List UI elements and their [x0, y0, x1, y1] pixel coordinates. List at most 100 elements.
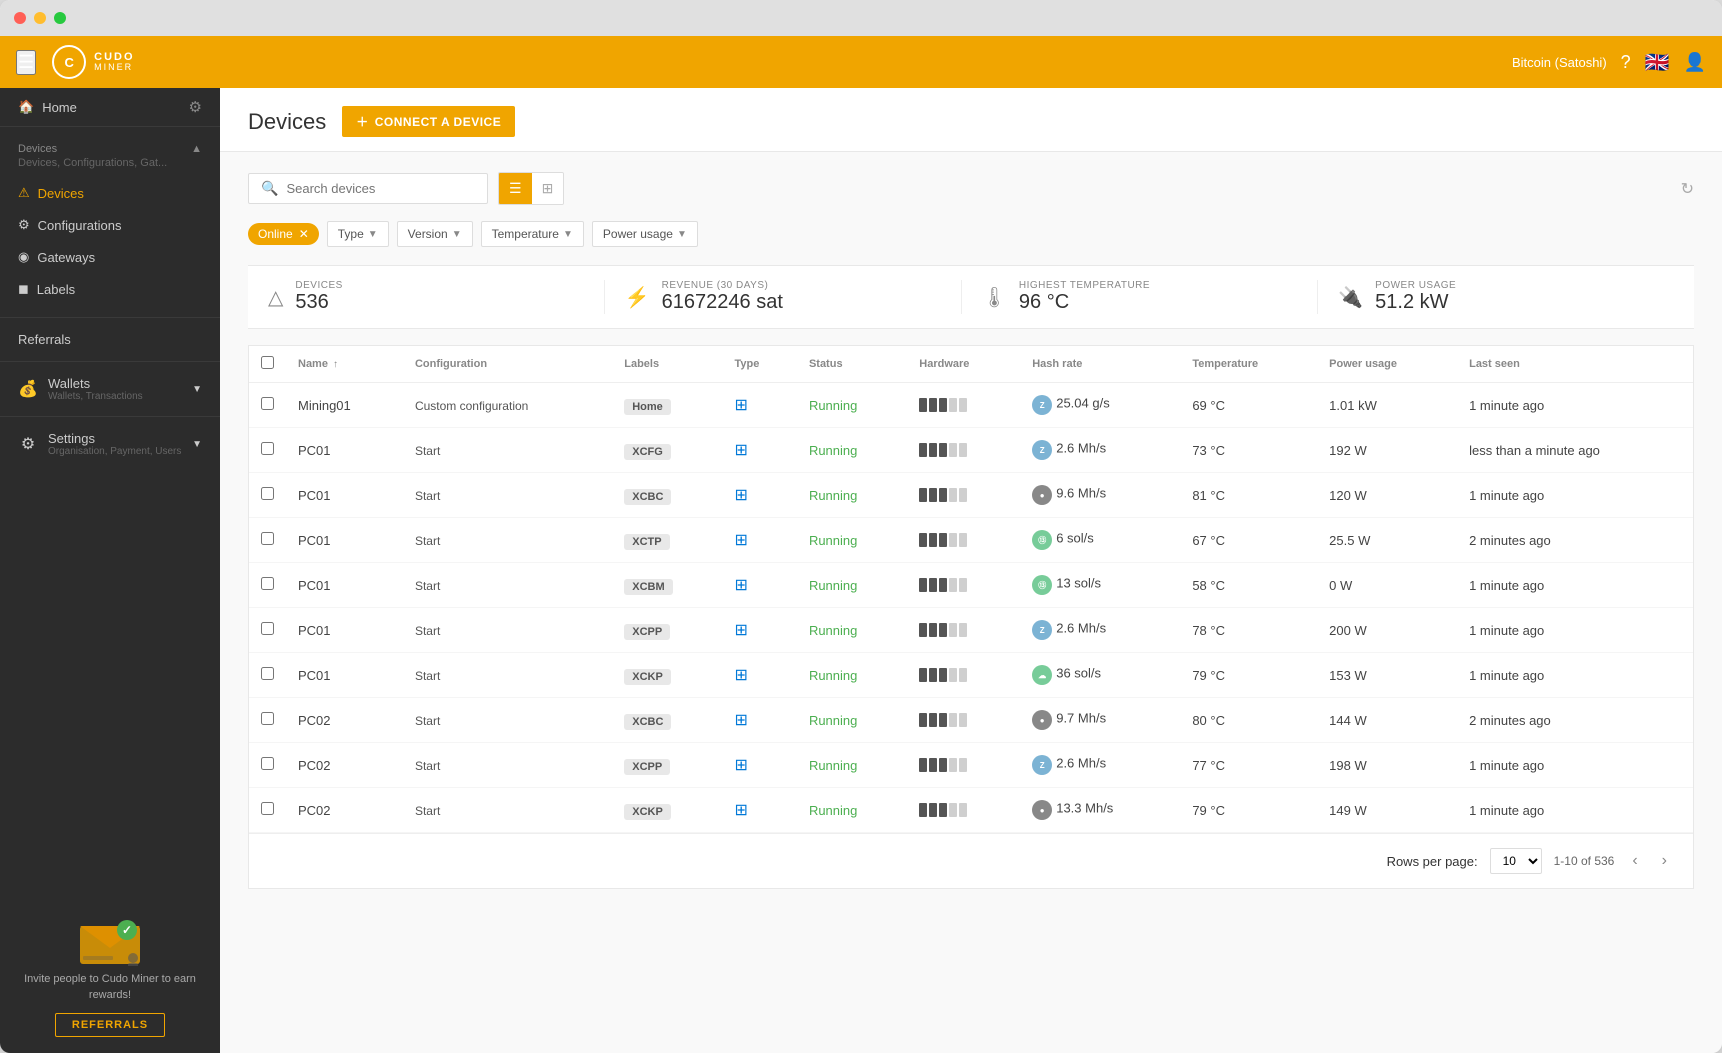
hash-icon: ⑬	[1032, 530, 1052, 550]
grid-view-button[interactable]: ⊞	[532, 173, 564, 204]
minimize-dot[interactable]	[34, 12, 46, 24]
prev-page-button[interactable]: ‹	[1626, 850, 1643, 872]
sidebar-item-configurations[interactable]: ⚙ Configurations	[0, 209, 220, 241]
cell-config: Start	[403, 608, 612, 653]
cell-lastseen: 2 minutes ago	[1457, 518, 1693, 563]
windows-icon: ⊞	[735, 757, 748, 774]
rows-per-page-select[interactable]: 10 25 50	[1490, 848, 1542, 874]
cell-hashrate: ⑬6 sol/s	[1020, 518, 1180, 563]
row-checkbox-2[interactable]	[261, 487, 274, 500]
devices-label: Devices	[38, 186, 84, 201]
settings-gear-icon[interactable]: ⚙	[189, 98, 202, 116]
version-filter-dropdown[interactable]: Version ▼	[397, 221, 473, 247]
hw-bar	[939, 488, 947, 502]
connect-device-button[interactable]: ＋ CONNECT A DEVICE	[342, 106, 515, 137]
language-flag[interactable]: 🇬🇧	[1645, 50, 1670, 75]
cell-lastseen: 2 minutes ago	[1457, 698, 1693, 743]
hash-icon: Z	[1032, 755, 1052, 775]
cell-lastseen: 1 minute ago	[1457, 743, 1693, 788]
account-icon[interactable]: 👤	[1684, 52, 1706, 73]
cell-type: ⊞	[723, 653, 797, 698]
online-filter-chip[interactable]: Online ✕	[248, 223, 319, 245]
promo-text: Invite people to Cudo Miner to earn rewa…	[16, 972, 204, 1003]
maximize-dot[interactable]	[54, 12, 66, 24]
hash-icon: ☁	[1032, 665, 1052, 685]
row-checkbox-3[interactable]	[261, 532, 274, 545]
devices-stat-icon: △	[268, 285, 283, 310]
cell-temperature: 73 °C	[1180, 428, 1317, 473]
sidebar-item-wallets[interactable]: 💰 Wallets Wallets, Transactions ▼	[0, 366, 220, 412]
sidebar-item-labels[interactable]: ◼ Labels	[0, 273, 220, 305]
settings-icon: ⚙	[18, 434, 38, 454]
revenue-stat-value: 61672246 sat	[662, 291, 783, 314]
hw-bar	[939, 668, 947, 682]
referrals-button[interactable]: REFERRALS	[55, 1013, 165, 1037]
table-row: PC01 Start XCPP ⊞ Running Z2.6 Mh/s 78 °…	[249, 608, 1693, 653]
refresh-button[interactable]: ↻	[1681, 179, 1694, 199]
cell-status: Running	[797, 608, 907, 653]
devices-collapse-icon[interactable]: ▲	[191, 143, 202, 155]
cell-type: ⊞	[723, 473, 797, 518]
home-link[interactable]: 🏠 Home	[18, 99, 77, 115]
sidebar-item-devices[interactable]: ⚠ Devices	[0, 177, 220, 209]
hw-bar	[929, 533, 937, 547]
table-row: PC01 Start XCBM ⊞ Running ⑬13 sol/s 58 °…	[249, 563, 1693, 608]
devices-stat-label: DEVICES	[295, 280, 342, 291]
home-label: Home	[42, 100, 77, 115]
sidebar-item-referrals[interactable]: Referrals	[0, 322, 220, 357]
col-name[interactable]: Name ↑	[286, 346, 403, 383]
hw-bar	[929, 758, 937, 772]
wallets-label: Wallets	[48, 376, 182, 391]
sidebar: 🏠 Home ⚙ Devices ▲ Devices, Configuratio…	[0, 88, 220, 1053]
sidebar-item-settings[interactable]: ⚙ Settings Organisation, Payment, Users …	[0, 421, 220, 467]
search-icon: 🔍	[261, 180, 278, 197]
top-navbar: ☰ C CUDO MINER Bitcoin (Satoshi) ? 🇬🇧 👤	[0, 36, 1722, 88]
col-power: Power usage	[1317, 346, 1457, 383]
hw-bar	[939, 443, 947, 457]
hash-icon: ●	[1032, 800, 1052, 820]
row-checkbox-6[interactable]	[261, 667, 274, 680]
hash-icon: ●	[1032, 710, 1052, 730]
hardware-bars	[919, 668, 1008, 682]
row-checkbox-5[interactable]	[261, 622, 274, 635]
titlebar	[0, 0, 1722, 36]
close-dot[interactable]	[14, 12, 26, 24]
list-view-button[interactable]: ☰	[499, 173, 532, 204]
next-page-button[interactable]: ›	[1656, 850, 1673, 872]
cell-hashrate: Z2.6 Mh/s	[1020, 428, 1180, 473]
cell-hardware	[907, 518, 1020, 563]
select-all-checkbox[interactable]	[261, 356, 274, 369]
hamburger-menu-button[interactable]: ☰	[16, 50, 36, 75]
cell-temperature: 58 °C	[1180, 563, 1317, 608]
online-filter-remove[interactable]: ✕	[299, 227, 309, 241]
type-filter-dropdown[interactable]: Type ▼	[327, 221, 389, 247]
power-filter-dropdown[interactable]: Power usage ▼	[592, 221, 698, 247]
cell-label: XCKP	[612, 653, 722, 698]
rows-per-page-label: Rows per page:	[1387, 854, 1478, 869]
row-checkbox-8[interactable]	[261, 757, 274, 770]
help-icon[interactable]: ?	[1621, 52, 1631, 73]
row-checkbox-9[interactable]	[261, 802, 274, 815]
temperature-filter-dropdown[interactable]: Temperature ▼	[481, 221, 584, 247]
cell-hashrate: ●9.7 Mh/s	[1020, 698, 1180, 743]
hw-bar	[929, 623, 937, 637]
labels-icon: ◼	[18, 281, 29, 297]
cell-hardware	[907, 788, 1020, 833]
row-checkbox-1[interactable]	[261, 442, 274, 455]
sidebar-item-gateways[interactable]: ◉ Gateways	[0, 241, 220, 273]
hw-bar	[959, 398, 967, 412]
cell-label: XCTP	[612, 518, 722, 563]
cell-config: Start	[403, 743, 612, 788]
row-checkbox-0[interactable]	[261, 397, 274, 410]
windows-icon: ⊞	[735, 532, 748, 549]
row-checkbox-4[interactable]	[261, 577, 274, 590]
cell-label: Home	[612, 383, 722, 428]
row-checkbox-7[interactable]	[261, 712, 274, 725]
cell-status: Running	[797, 563, 907, 608]
hash-icon: ⑬	[1032, 575, 1052, 595]
main-content: Devices ＋ CONNECT A DEVICE 🔍 ☰ ⊞	[220, 88, 1722, 1053]
windows-icon: ⊞	[735, 667, 748, 684]
search-input[interactable]	[286, 181, 475, 196]
cell-power: 149 W	[1317, 788, 1457, 833]
hw-bar	[929, 443, 937, 457]
